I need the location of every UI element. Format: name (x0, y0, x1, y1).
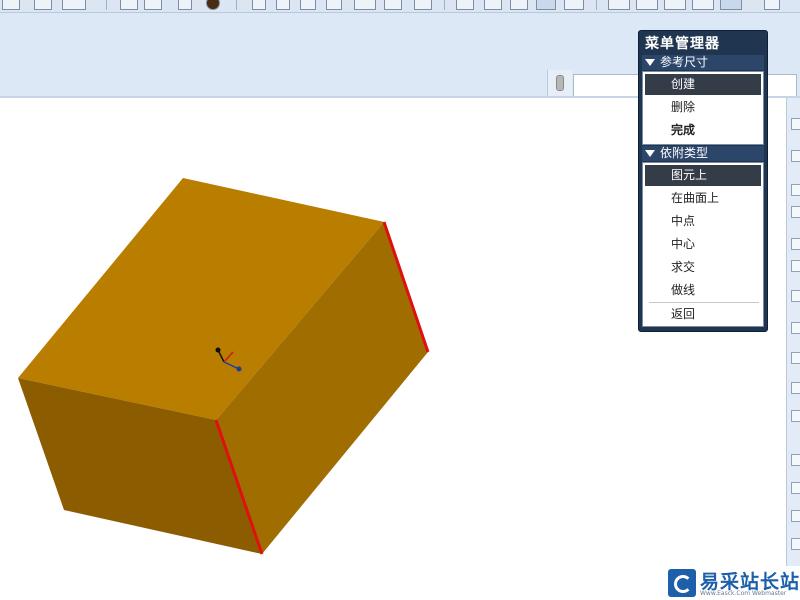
watermark-subtext: Www.Easck.Com Webmaster (700, 590, 787, 597)
toolbar-button[interactable] (791, 260, 800, 272)
logo-ring-icon (674, 575, 692, 593)
toolbar-separator (444, 0, 445, 10)
menu-item-on-entity[interactable]: 图元上 (645, 165, 761, 186)
toolbar-button[interactable] (144, 0, 162, 10)
menu-panel-attach-type: 图元上 在曲面上 中点 中心 求交 做线 返回 (642, 162, 764, 327)
collapse-triangle-icon (645, 150, 655, 157)
right-toolbar (786, 98, 800, 600)
menu-manager-title: 菜单管理器 (645, 36, 720, 52)
toolbar-button[interactable] (791, 290, 800, 302)
toolbar-button[interactable] (764, 0, 780, 10)
menu-item-delete[interactable]: 删除 (645, 97, 761, 118)
top-toolbar (0, 0, 800, 13)
toolbar-button[interactable] (791, 510, 800, 522)
menu-item-create[interactable]: 创建 (645, 74, 761, 95)
toolbar-button[interactable] (34, 0, 52, 10)
toolbar-button[interactable] (276, 0, 290, 10)
menu-item-center[interactable]: 中心 (645, 234, 761, 255)
toolbar-button[interactable] (120, 0, 138, 10)
toolbar-button[interactable] (791, 382, 800, 394)
toolbar-button[interactable] (791, 482, 800, 494)
toolbar-button[interactable] (791, 410, 800, 422)
toolbar-button[interactable] (791, 322, 800, 334)
toolbar-button[interactable] (178, 0, 192, 10)
toolbar-separator (596, 0, 597, 10)
menu-item-on-surface[interactable]: 在曲面上 (645, 188, 761, 209)
toolbar-button[interactable] (300, 0, 316, 10)
toolbar-button[interactable] (326, 0, 342, 10)
toolbar-button[interactable] (791, 150, 800, 162)
section-header-attach-type[interactable]: 依附类型 (642, 146, 764, 161)
toolbar-separator (236, 0, 237, 10)
toolbar-button[interactable] (510, 0, 528, 10)
toolbar-button[interactable] (791, 238, 800, 250)
collapse-triangle-icon (645, 59, 655, 66)
status-slot (547, 70, 572, 96)
toolbar-button[interactable] (791, 206, 800, 218)
toolbar-button[interactable] (484, 0, 502, 10)
toolbar-button[interactable] (456, 0, 474, 10)
menu-item-midpoint[interactable]: 中点 (645, 211, 761, 232)
toolbar-button[interactable] (354, 0, 376, 10)
toolbar-button[interactable] (62, 0, 86, 10)
section-header-label: 参考尺寸 (660, 55, 709, 69)
toolbar-button[interactable] (636, 0, 658, 10)
toolbar-button[interactable] (664, 0, 686, 10)
toolbar-separator (106, 0, 107, 10)
toolbar-button[interactable] (791, 538, 800, 550)
toolbar-button[interactable] (564, 0, 584, 10)
toolbar-button[interactable] (252, 0, 266, 10)
menu-divider (649, 302, 759, 303)
watermark: 易采站长站 Www.Easck.Com Webmaster (664, 566, 800, 600)
menu-manager: 菜单管理器 参考尺寸 创建 删除 完成 依附类型 图元上 在曲面上 中点 中心 … (638, 30, 768, 332)
toolbar-button[interactable] (608, 0, 630, 10)
toolbar-button[interactable] (536, 0, 556, 10)
site-logo-icon (668, 569, 696, 597)
section-header-label: 依附类型 (660, 146, 709, 160)
toolbar-button[interactable] (791, 118, 800, 130)
thermometer-icon (556, 75, 564, 91)
toolbar-button[interactable] (414, 0, 432, 10)
toolbar-button[interactable] (384, 0, 402, 10)
menu-item-make-line[interactable]: 做线 (645, 280, 761, 301)
toolbar-button[interactable] (692, 0, 714, 10)
menu-item-return[interactable]: 返回 (645, 304, 761, 325)
toolbar-button[interactable] (206, 0, 220, 10)
menu-item-done[interactable]: 完成 (645, 120, 761, 141)
toolbar-button[interactable] (791, 184, 800, 196)
section-header-reference-dimension[interactable]: 参考尺寸 (642, 55, 764, 70)
toolbar-button[interactable] (791, 454, 800, 466)
toolbar-button[interactable] (720, 0, 742, 10)
toolbar-button[interactable] (791, 352, 800, 364)
toolbar-button[interactable] (2, 0, 20, 10)
menu-item-intersect[interactable]: 求交 (645, 257, 761, 278)
menu-panel-reference-dimension: 创建 删除 完成 (642, 71, 764, 145)
